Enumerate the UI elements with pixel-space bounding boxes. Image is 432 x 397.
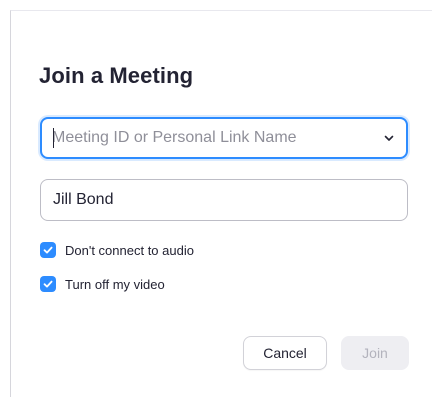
checkbox-checked-icon[interactable]	[40, 242, 56, 258]
meeting-id-combobox[interactable]	[40, 117, 408, 159]
audio-option-label: Don't connect to audio	[65, 242, 194, 258]
join-button[interactable]: Join	[341, 336, 409, 370]
display-name-field[interactable]	[40, 179, 408, 221]
cancel-button[interactable]: Cancel	[243, 336, 327, 370]
text-cursor	[53, 128, 54, 148]
meeting-id-input[interactable]	[52, 119, 372, 157]
video-option-label: Turn off my video	[65, 276, 165, 292]
display-name-input[interactable]	[53, 180, 393, 220]
join-meeting-dialog: Join a Meeting Don't connect to audio Tu…	[10, 10, 432, 397]
option-turn-off-video[interactable]: Turn off my video	[40, 275, 165, 293]
checkbox-checked-icon[interactable]	[40, 276, 56, 292]
dialog-title: Join a Meeting	[39, 63, 194, 88]
option-dont-connect-audio[interactable]: Don't connect to audio	[40, 241, 194, 259]
chevron-down-icon[interactable]	[382, 131, 396, 145]
